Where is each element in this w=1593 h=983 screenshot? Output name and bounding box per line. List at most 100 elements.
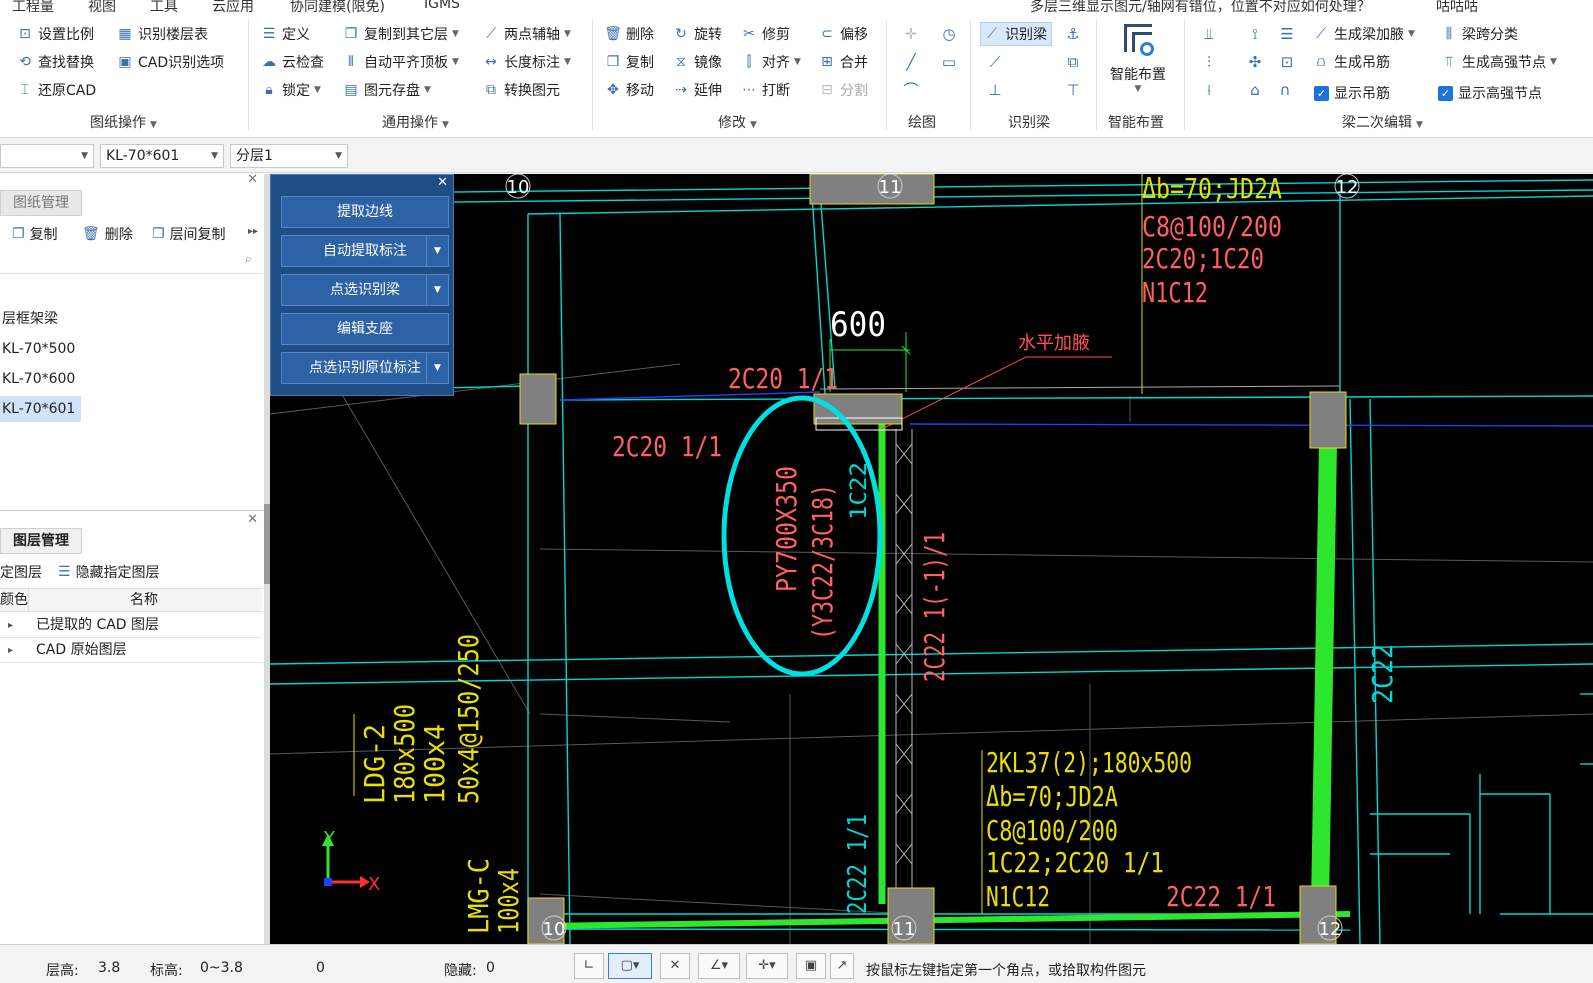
align-button[interactable]: ⫿ 对齐 ▼: [740, 50, 801, 74]
panel-copy-button[interactable]: ❐ 复制: [12, 224, 58, 244]
recognize-floor-table-button[interactable]: ▦ 识别楼层表: [116, 22, 208, 46]
define-button[interactable]: ☰ 定义: [260, 22, 310, 46]
arrow-icon[interactable]: ↗: [830, 953, 854, 979]
display-icon[interactable]: ▣: [796, 953, 826, 979]
delete-button[interactable]: 🗑︎ 删除: [604, 22, 654, 46]
angle-icon[interactable]: ∠▾: [698, 953, 740, 979]
offset-button[interactable]: ⊂ 偏移: [818, 22, 868, 46]
smart-layout-button[interactable]: 智能布置 ▼: [1106, 20, 1170, 94]
beam-grid-icon[interactable]: ⊡: [1276, 51, 1298, 73]
panel-layer-copy-button[interactable]: ❐ 层间复制: [152, 224, 226, 244]
pick-recognize-beam-button[interactable]: 点选识别梁 ▼: [281, 274, 449, 306]
beam-tool-icon[interactable]: ⟋: [984, 51, 1006, 73]
mirror-button[interactable]: ⧖ 镜像: [672, 50, 722, 74]
set-scale-button[interactable]: ⊡ 设置比例: [16, 22, 94, 46]
beam-select[interactable]: KL-70*601 ▼: [100, 144, 224, 168]
restore-cad-button[interactable]: ⌶ 还原CAD: [16, 78, 96, 102]
auto-extract-label-button[interactable]: 自动提取标注 ▼: [281, 235, 449, 267]
expand-icon[interactable]: ▸: [8, 638, 13, 663]
cad-canvas[interactable]: 10 11 12 10 11 12 Δb=70;JD2A C8@100/200 …: [270, 174, 1593, 944]
pick-recognize-inplace-label-button[interactable]: 点选识别原位标注 ▼: [281, 352, 449, 384]
arc-draw-icon[interactable]: ⌒: [900, 79, 922, 101]
length-dimension-button[interactable]: ↔ 长度标注 ▼: [482, 50, 571, 74]
show-high-strength-node-checkbox[interactable]: ✓ 显示高强节点: [1438, 83, 1542, 103]
trim-button[interactable]: ✂ 修剪: [740, 22, 790, 46]
chevron-down-icon[interactable]: ▼: [426, 275, 448, 305]
tree-group-frame-beam[interactable]: 层框架梁: [0, 306, 58, 332]
set-layer-button[interactable]: 定图层: [0, 562, 42, 582]
group-label-general-ops[interactable]: 通用操作 ▼: [382, 112, 449, 132]
group-label-modify[interactable]: 修改 ▼: [718, 112, 757, 132]
hanger-icon[interactable]: ⌂: [1244, 79, 1266, 101]
tree-item-kl-601[interactable]: KL-70*601: [0, 396, 82, 422]
search-input[interactable]: ⌕: [0, 250, 262, 274]
chevron-down-icon[interactable]: ▼: [426, 236, 448, 266]
beam-edit-icon[interactable]: ⧉: [1062, 51, 1084, 73]
generate-haunch-button[interactable]: ⟋ 生成梁加腋 ▼: [1312, 22, 1415, 46]
merge-button[interactable]: ⊞ 合并: [818, 50, 868, 74]
find-replace-button[interactable]: ⟲ 查找替换: [16, 50, 94, 74]
menu-tools[interactable]: 工具: [150, 0, 178, 14]
group-label-smart-layout[interactable]: 智能布置: [1108, 112, 1164, 132]
expand-icon[interactable]: ▸: [8, 613, 13, 638]
split-button[interactable]: ⊟ 分割: [818, 78, 868, 102]
cloud-check-button[interactable]: ☁ 云检查: [260, 50, 324, 74]
tab-layer-management[interactable]: 图层管理: [0, 528, 82, 554]
tab-drawing-management[interactable]: 图纸管理: [0, 190, 82, 216]
beam-link-icon[interactable]: ✣: [1244, 51, 1266, 73]
table-row[interactable]: ▸ 已提取的 CAD 图层: [0, 613, 262, 638]
rotate-button[interactable]: ↻ 旋转: [672, 22, 722, 46]
two-point-axis-button[interactable]: ⟋ 两点辅轴 ▼: [482, 22, 571, 46]
group-label-draw[interactable]: 绘图: [908, 112, 936, 132]
beam-list-icon[interactable]: ☰: [1276, 23, 1298, 45]
beam-haunch-icon[interactable]: ⫫: [1198, 23, 1220, 45]
extract-edge-button[interactable]: 提取边线: [281, 196, 449, 228]
layer-select[interactable]: 分层1 ▼: [230, 144, 348, 168]
extend-button[interactable]: ⇢ 延伸: [672, 78, 722, 102]
menu-igms[interactable]: IGMS: [424, 0, 460, 12]
hook-icon[interactable]: ∩: [1274, 79, 1296, 101]
close-icon[interactable]: ✕: [437, 175, 448, 190]
user-name[interactable]: 咕咕咕: [1436, 0, 1478, 14]
move-button[interactable]: ✥ 移动: [604, 78, 654, 102]
edit-support-button[interactable]: 编辑支座: [281, 313, 449, 345]
menu-cloud[interactable]: 云应用: [212, 0, 254, 14]
beam-span-classify-button[interactable]: ⫼ 梁跨分类: [1440, 22, 1518, 46]
element-save-button[interactable]: ▤ 图元存盘 ▼: [342, 78, 431, 102]
anchor-icon[interactable]: ⚓︎: [1062, 23, 1084, 45]
copy-to-other-layer-button[interactable]: ❐ 复制到其它层 ▼: [342, 22, 459, 46]
circle-draw-icon[interactable]: ◷: [938, 23, 960, 45]
select-box-icon[interactable]: ▢▾: [608, 953, 652, 979]
copy-button[interactable]: ❐ 复制: [604, 50, 654, 74]
line-draw-icon[interactable]: ╱: [900, 51, 922, 73]
help-question-link[interactable]: 多层三维显示图元/轴网有错位，位置不对应如何处理？: [1030, 0, 1371, 14]
table-row[interactable]: ▸ CAD 原始图层: [0, 638, 262, 663]
lock-button[interactable]: 🔒︎ 锁定 ▼: [260, 78, 321, 102]
cross-select-icon[interactable]: ✕: [660, 953, 690, 979]
rect-draw-icon[interactable]: ▭: [938, 51, 960, 73]
more-icon[interactable]: ▸▸: [248, 226, 258, 237]
beam-mark-icon[interactable]: ⊤: [1062, 79, 1084, 101]
convert-element-button[interactable]: ⧉ 转换图元: [482, 78, 560, 102]
close-icon[interactable]: ✕: [247, 172, 258, 187]
menu-view[interactable]: 视图: [88, 0, 116, 14]
hide-layer-button[interactable]: ☰ 隐藏指定图层: [58, 562, 160, 582]
panel-delete-button[interactable]: 🗑︎ 删除: [82, 224, 133, 244]
chevron-down-icon[interactable]: ▼: [426, 353, 448, 383]
tree-item-kl-600[interactable]: KL-70*600: [0, 366, 75, 392]
cad-options-button[interactable]: ▣ CAD识别选项: [116, 50, 224, 74]
snap-icon[interactable]: ✛▾: [746, 953, 788, 979]
menu-collab[interactable]: 协同建模(限免): [290, 0, 385, 14]
tree-item-kl-500[interactable]: KL-70*500: [0, 336, 75, 362]
group-label-recognize-beam[interactable]: 识别梁: [1008, 112, 1050, 132]
ortho-icon[interactable]: ∟: [574, 953, 604, 979]
group-label-beam-secondary[interactable]: 梁二次编辑 ▼: [1342, 112, 1423, 132]
beam-span-icon[interactable]: ⟟: [1244, 23, 1266, 45]
beam-rebar-icon[interactable]: ⫶: [1198, 51, 1220, 73]
recognize-beam-button[interactable]: ⟋ 识别梁: [980, 22, 1052, 46]
generate-high-strength-node-button[interactable]: ⫪ 生成高强节点 ▼: [1440, 50, 1557, 74]
auto-align-slab-button[interactable]: ⫴ 自动平齐顶板 ▼: [342, 50, 459, 74]
show-hanger-checkbox[interactable]: ✓ 显示吊筋: [1314, 83, 1390, 103]
component-type-select[interactable]: ▼: [0, 144, 94, 168]
close-icon[interactable]: ✕: [247, 512, 258, 527]
